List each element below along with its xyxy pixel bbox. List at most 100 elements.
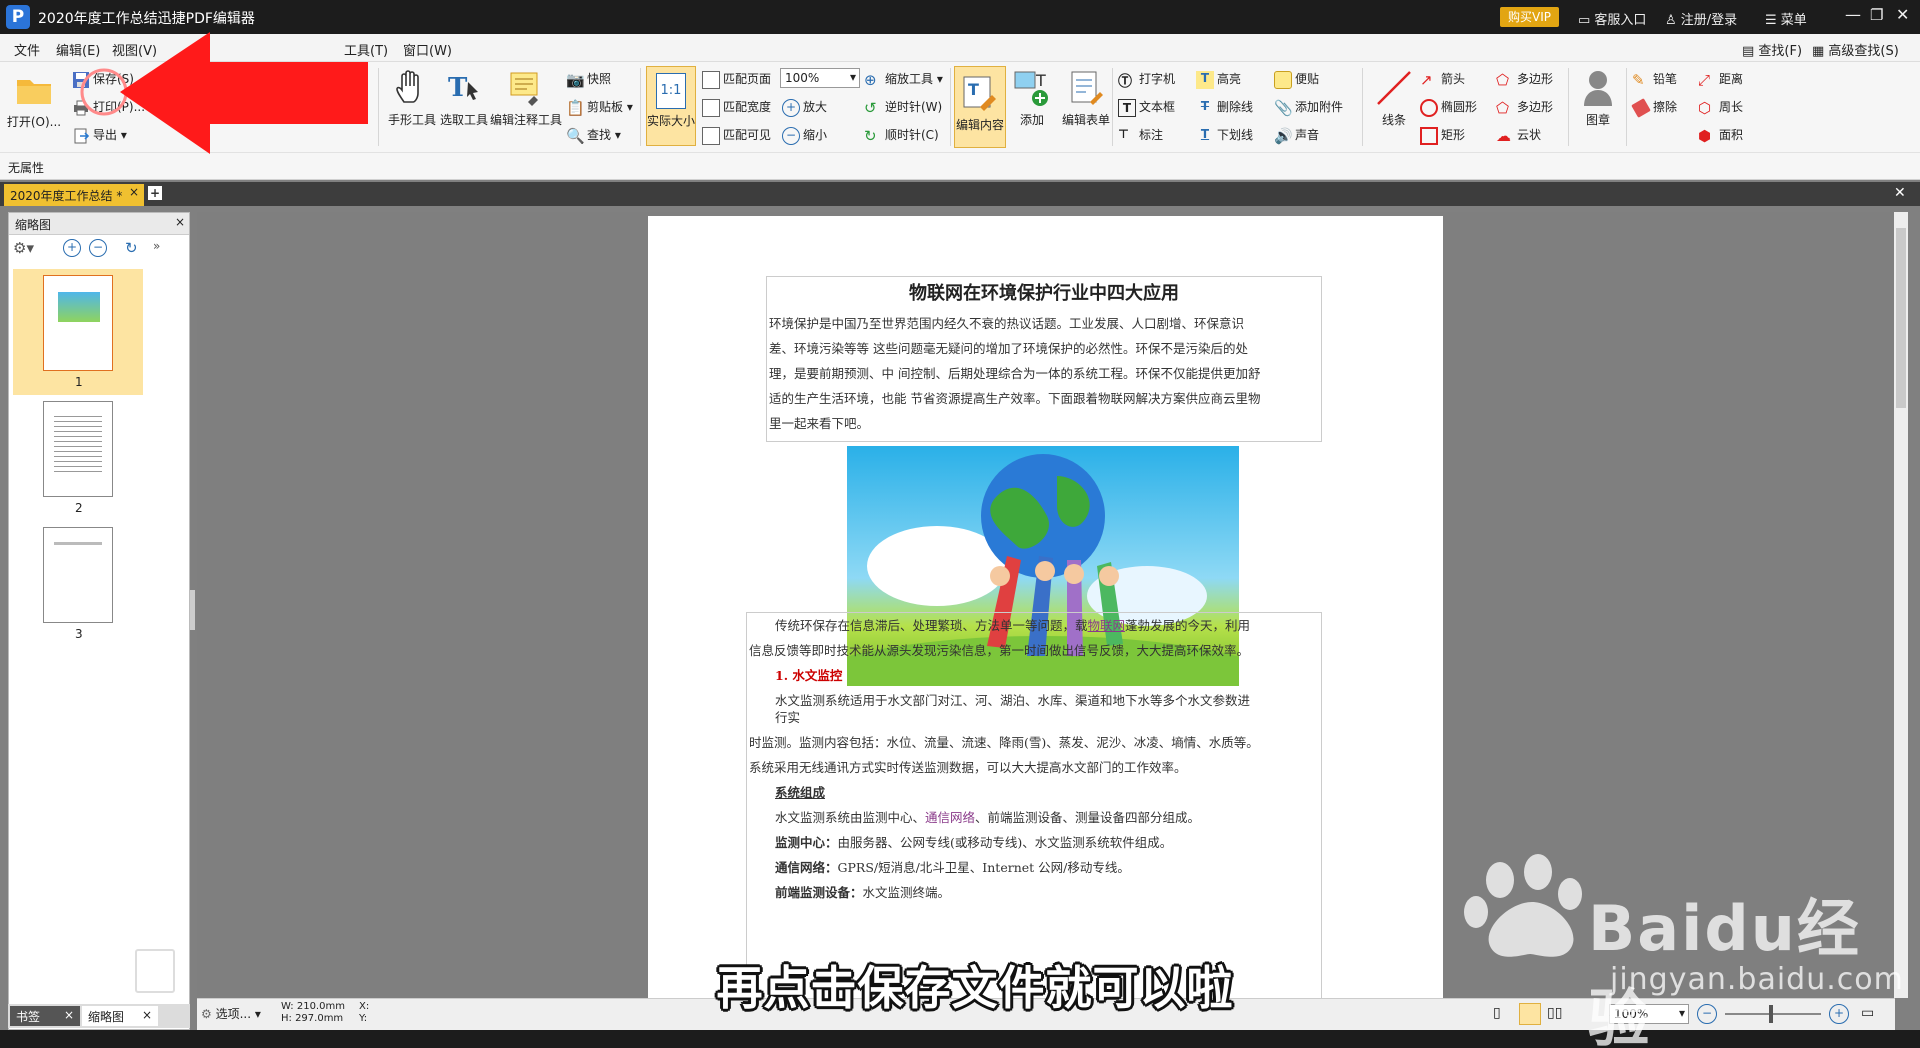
- find-tool-button[interactable]: 🔍 查找 ▾: [566, 126, 621, 145]
- fit-page-button[interactable]: 匹配页面: [702, 70, 771, 89]
- fit-width-button[interactable]: 匹配宽度: [702, 98, 771, 117]
- buy-vip-button[interactable]: 购买VIP: [1500, 7, 1559, 27]
- callout-button[interactable]: ⊤ 标注: [1118, 126, 1163, 145]
- system-heading: 系统组成: [775, 785, 826, 800]
- strikeout-button[interactable]: T 删除线: [1196, 98, 1253, 117]
- advanced-find-button[interactable]: ▦ 高级查找(S): [1812, 40, 1899, 59]
- strikeout-icon: T: [1200, 98, 1210, 113]
- highlight-button[interactable]: T 高亮: [1196, 70, 1241, 89]
- rotate-ccw-icon: ↺: [864, 98, 877, 117]
- panel-splitter[interactable]: [190, 590, 195, 630]
- thumb-zoom-out-icon[interactable]: −: [89, 239, 107, 257]
- select-tool-button[interactable]: T 选取工具: [436, 68, 492, 128]
- thumbnail-page-1[interactable]: 1: [13, 269, 143, 395]
- login-button[interactable]: ♙ 注册/登录: [1665, 9, 1737, 28]
- open-button[interactable]: 打开(O)...: [6, 70, 62, 130]
- zoom-in-button[interactable]: + 放大: [782, 98, 827, 117]
- new-tab-icon[interactable]: +: [148, 186, 162, 200]
- app-logo-icon: P: [6, 5, 30, 29]
- intro-textbox[interactable]: 物联网在环境保护行业中四大应用 环境保护是中国乃至世界范围内经久不衰的热议话题。…: [766, 276, 1322, 442]
- clipboard-button[interactable]: 📋 剪贴板 ▾: [566, 98, 633, 117]
- ellipse-button[interactable]: 椭圆形: [1420, 98, 1477, 117]
- polygon-button[interactable]: ⬠ 多边形: [1496, 70, 1553, 89]
- cloud-button[interactable]: ☁ 云状: [1496, 126, 1541, 145]
- sound-button[interactable]: 🔊 声音: [1274, 126, 1319, 145]
- attach-button[interactable]: 📎 添加附件: [1274, 98, 1343, 117]
- zoom-in-icon: +: [782, 98, 800, 117]
- thumbnail-options-icon[interactable]: ⚙▾: [13, 239, 34, 257]
- hand-tool-button[interactable]: 手形工具: [382, 68, 442, 128]
- customer-service-button[interactable]: ▭ 客服入口: [1578, 9, 1646, 28]
- eraser-icon: [1631, 97, 1651, 118]
- fit-visible-button[interactable]: 匹配可见: [702, 126, 771, 145]
- options-button[interactable]: ⚙ 选项... ▾: [201, 1005, 261, 1022]
- advanced-find-icon: ▦: [1812, 44, 1829, 59]
- eraser-button[interactable]: 擦除: [1631, 97, 1677, 118]
- add-button[interactable]: T 添加: [1010, 68, 1054, 128]
- stamp-icon: [1584, 71, 1612, 106]
- rect-button[interactable]: 矩形: [1420, 126, 1465, 145]
- hand-icon: [396, 70, 419, 103]
- edit-annotation-tool-button[interactable]: 编辑注释工具: [488, 68, 564, 128]
- area-button[interactable]: ⬢ 面积: [1698, 126, 1743, 145]
- perimeter-button[interactable]: ⬡ 周长: [1698, 98, 1743, 117]
- body-textbox[interactable]: 传统环保存在信息滞后、处理繁琐、方法单一等问题，载物联网蓬勃发展的今天，利用 信…: [746, 612, 1322, 1002]
- network-link[interactable]: 通信网络: [925, 810, 975, 825]
- menu-window[interactable]: 窗口(W): [403, 40, 452, 59]
- pencil-button[interactable]: ✎ 铅笔: [1632, 70, 1677, 89]
- close-all-icon[interactable]: ✕: [1894, 185, 1906, 201]
- paragraph-1: 传统环保存在信息滞后、处理繁琐、方法单一等问题，载物联网蓬勃发展的今天，利用: [775, 618, 1251, 633]
- line-icon: [1377, 71, 1411, 105]
- underline-button[interactable]: T 下划线: [1196, 126, 1253, 145]
- minimize-icon[interactable]: —: [1845, 5, 1861, 24]
- front-line: 前端监测设备：水文监测终端。: [775, 885, 951, 900]
- note-button[interactable]: 便贴: [1274, 70, 1319, 89]
- textbox-button[interactable]: T 文本框: [1118, 98, 1175, 117]
- tab-bookmarks[interactable]: 书签 ×: [10, 1006, 80, 1026]
- polygon-filled-button[interactable]: ⬠ 多边形: [1496, 98, 1553, 117]
- rotate-cw-icon: ↻: [864, 126, 877, 145]
- thumbnail-page-2[interactable]: 2: [13, 399, 143, 519]
- close-panel-icon[interactable]: ×: [175, 215, 185, 229]
- ellipse-icon: [1420, 98, 1438, 117]
- find-icon: ▤: [1742, 44, 1759, 59]
- ribbon-separator: [1112, 68, 1113, 146]
- paperclip-icon: 📎: [1274, 98, 1293, 117]
- thumbnail-page-3[interactable]: 3: [13, 525, 143, 645]
- iot-link[interactable]: 物联网: [1088, 618, 1126, 633]
- rotate-ccw-button[interactable]: ↺ 逆时针(W): [864, 98, 942, 117]
- arrow-button[interactable]: ↗ 箭头: [1420, 70, 1465, 89]
- network-line: 通信网络：GPRS/短消息/北斗卫星、Internet 公网/移动专线。: [775, 860, 1130, 875]
- edit-content-button[interactable]: T 编辑内容: [954, 66, 1006, 148]
- typewriter-button[interactable]: Ⓣ 打字机: [1118, 70, 1175, 90]
- intro-paragraph: 环境保护是中国乃至世界范围内经久不衰的热议话题。工业发展、人口剧增、环保意识 差…: [769, 316, 1261, 431]
- close-icon[interactable]: ✕: [1896, 5, 1909, 24]
- snapshot-button[interactable]: 📷 快照: [566, 70, 611, 89]
- tab-document[interactable]: 2020年度工作总结 * ×: [4, 184, 144, 206]
- fit-page-icon: [702, 70, 720, 89]
- gear-icon: ⚙: [201, 1007, 216, 1021]
- line-button[interactable]: 线条: [1368, 68, 1420, 128]
- restore-icon[interactable]: ❐: [1870, 6, 1883, 24]
- zoom-out-icon: −: [782, 126, 800, 145]
- app-window: P 2020年度工作总结迅捷PDF编辑器 购买VIP ▭ 客服入口 ♙ 注册/登…: [0, 0, 1920, 1048]
- thumb-more-icon[interactable]: »: [153, 239, 160, 253]
- stamp-button[interactable]: 图章: [1574, 68, 1622, 128]
- distance-button[interactable]: ⤢ 距离: [1698, 70, 1743, 89]
- close-tab-icon[interactable]: ×: [129, 185, 139, 199]
- zoom-select[interactable]: 100% ▾: [780, 68, 860, 88]
- scrollbar-thumb[interactable]: [1896, 228, 1906, 408]
- arrow-icon: ↗: [1420, 70, 1433, 89]
- zoom-tool-button[interactable]: ⊕ 缩放工具 ▾: [864, 70, 943, 89]
- edit-form-button[interactable]: 编辑表单: [1056, 68, 1116, 128]
- find-button[interactable]: ▤ 查找(F): [1742, 40, 1802, 59]
- rotate-cw-button[interactable]: ↻ 顺时针(C): [864, 126, 939, 145]
- thumb-rotate-icon[interactable]: ↻: [125, 239, 138, 257]
- menu-file[interactable]: 文件: [14, 40, 40, 59]
- actual-size-button[interactable]: 1:1 实际大小: [646, 66, 696, 146]
- zoom-out-button[interactable]: − 缩小: [782, 126, 827, 145]
- thumb-zoom-in-icon[interactable]: +: [63, 239, 81, 257]
- menu-button[interactable]: ☰ 菜单: [1765, 9, 1807, 28]
- tab-thumbnails[interactable]: 缩略图 ×: [82, 1006, 158, 1026]
- thumbnail-panel: 缩略图 × ⚙▾ + − ↻ » 1 2 3: [8, 212, 190, 1030]
